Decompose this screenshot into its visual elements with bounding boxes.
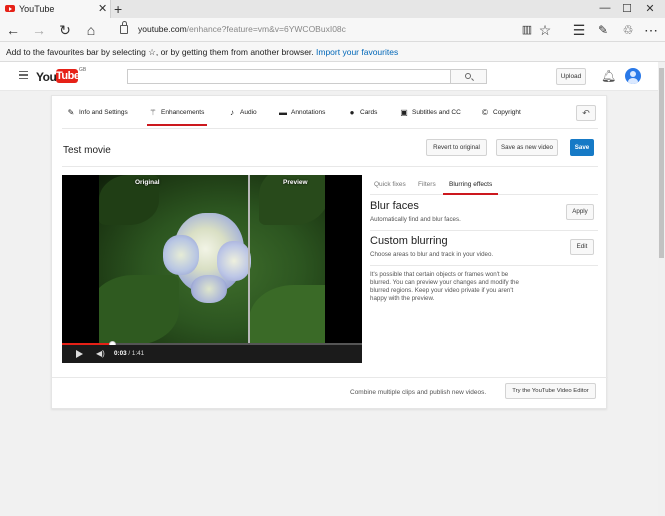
youtube-masthead: You Tube GB Upload 🔔︎ <box>0 62 658 91</box>
flower <box>191 275 227 303</box>
revert-to-original-button[interactable]: Revert to original <box>426 139 487 156</box>
pencil-icon: ✎ <box>67 108 75 117</box>
blur-faces-description: Automatically find and blur faces. <box>370 216 461 223</box>
divider <box>62 166 598 167</box>
refresh-icon[interactable]: ↻ <box>56 21 74 39</box>
tab-enhancements[interactable]: ⚚ Enhancements <box>146 108 208 128</box>
divider <box>62 128 598 129</box>
forward-icon[interactable]: → <box>30 21 48 39</box>
logo-tube-text: Tube <box>56 69 80 83</box>
video-editor-button[interactable]: Try the YouTube Video Editor <box>505 383 596 399</box>
apply-button[interactable]: Apply <box>566 204 594 220</box>
cc-icon: ▣ <box>400 108 408 117</box>
lock-icon <box>120 21 128 34</box>
tab-copyright[interactable]: © Copyright <box>480 108 521 128</box>
tab-audio[interactable]: ♪ Audio <box>227 108 257 128</box>
new-tab-button[interactable]: + <box>114 0 122 18</box>
notifications-bell-icon[interactable]: 🔔︎ <box>601 69 616 83</box>
tab-blurring-effects[interactable]: Blurring effects <box>442 181 499 195</box>
blur-note: It's possible that certain objects or fr… <box>370 271 519 302</box>
favourites-message: Add to the favourites bar by selecting ☆… <box>6 47 399 57</box>
maximize-button[interactable]: ☐ <box>620 2 634 15</box>
info-circle-icon: ● <box>349 108 355 117</box>
import-favourites-link[interactable]: Import your favourites <box>316 47 398 57</box>
scrollbar-thumb[interactable] <box>659 68 664 258</box>
tab-subtitles[interactable]: ▣ Subtitles and CC <box>399 108 461 128</box>
volume-icon[interactable]: ◀) <box>96 349 105 358</box>
copyright-icon: © <box>482 108 488 117</box>
youtube-favicon-icon <box>5 5 15 12</box>
browser-tab[interactable]: YouTube ✕ <box>0 0 111 18</box>
page-scrollbar[interactable] <box>658 62 665 516</box>
search-icon <box>465 73 471 79</box>
back-icon[interactable]: ← <box>4 21 22 39</box>
window-close-button[interactable]: ✕ <box>643 2 657 15</box>
browser-tab-bar: YouTube ✕ + — ☐ ✕ <box>0 0 665 18</box>
magic-wand-icon: ⚚ <box>149 108 157 117</box>
tab-info-settings[interactable]: ✎ Info and Settings <box>66 108 128 128</box>
search-button[interactable] <box>451 69 487 84</box>
comparison-splitter[interactable] <box>248 175 250 345</box>
favorite-star-icon[interactable]: ☆ <box>536 21 554 39</box>
browser-nav-bar: ← → ↻ ⌂ youtube.com/enhance?feature=vm&v… <box>0 18 665 42</box>
favourites-bar: Add to the favourites bar by selecting ☆… <box>0 42 665 62</box>
more-icon[interactable]: ⋯ <box>642 21 660 39</box>
flower <box>163 235 199 275</box>
browser-tab-title: YouTube <box>19 4 55 14</box>
speech-bubble-icon: ▬ <box>279 108 287 117</box>
time-display: 0:03 / 1:41 <box>114 350 145 357</box>
video-player[interactable]: Original Preview ◀) 0:03 / 1:41 <box>62 175 362 363</box>
preview-label: Preview <box>283 179 308 186</box>
avatar[interactable] <box>625 68 641 84</box>
share-icon[interactable]: ♲ <box>619 21 637 39</box>
logo-you-text: You <box>36 70 57 84</box>
divider <box>370 265 598 266</box>
edit-button[interactable]: Edit <box>570 239 594 255</box>
divider <box>52 377 608 378</box>
custom-blurring-title: Custom blurring <box>370 235 448 247</box>
custom-blurring-description: Choose areas to blur and track in your v… <box>370 251 494 258</box>
hub-icon[interactable]: ☰ <box>570 21 588 39</box>
music-note-icon: ♪ <box>230 108 234 117</box>
play-icon[interactable] <box>76 350 83 358</box>
divider <box>370 230 598 231</box>
combine-clips-text: Combine multiple clips and publish new v… <box>350 389 487 396</box>
save-button[interactable]: Save <box>570 139 594 156</box>
menu-hamburger-icon[interactable] <box>19 71 28 79</box>
tab-annotations[interactable]: ▬ Annotations <box>278 108 325 128</box>
reading-view-icon[interactable]: ▥ <box>518 21 536 39</box>
page-content: You Tube GB Upload 🔔︎ ✎ Info and Settings… <box>0 62 658 516</box>
tab-close-icon[interactable]: ✕ <box>98 2 107 15</box>
tab-filters[interactable]: Filters <box>418 181 436 188</box>
enhancements-card: ✎ Info and Settings ⚚ Enhancements ♪ Audio … <box>51 95 608 409</box>
leaf <box>249 285 325 345</box>
url-text[interactable]: youtube.com/enhance?feature=vm&v=6YWCOBu… <box>138 24 346 34</box>
enhancement-tabs: Quick fixes Filters Blurring effects <box>370 175 598 195</box>
save-as-new-video-button[interactable]: Save as new video <box>496 139 558 156</box>
address-bar[interactable]: youtube.com/enhance?feature=vm&v=6YWCOBu… <box>118 21 498 38</box>
player-controls: ◀) 0:03 / 1:41 <box>62 345 362 363</box>
flower <box>217 241 251 281</box>
video-title: Test movie <box>63 145 111 156</box>
leaf <box>99 275 179 345</box>
video-frame <box>99 175 325 345</box>
tab-cards[interactable]: ● Cards <box>347 108 378 128</box>
original-label: Original <box>135 179 160 186</box>
blur-faces-title: Blur faces <box>370 200 419 212</box>
minimize-button[interactable]: — <box>598 2 612 14</box>
web-note-icon[interactable]: ✎ <box>594 21 612 39</box>
undo-back-button[interactable]: ↶ <box>576 105 596 121</box>
upload-button[interactable]: Upload <box>556 68 586 85</box>
search-input[interactable] <box>127 69 451 84</box>
editor-tabs: ✎ Info and Settings ⚚ Enhancements ♪ Audio … <box>52 96 608 128</box>
tab-quick-fixes[interactable]: Quick fixes <box>374 181 406 188</box>
home-icon[interactable]: ⌂ <box>82 21 100 39</box>
logo-region: GB <box>79 67 87 73</box>
